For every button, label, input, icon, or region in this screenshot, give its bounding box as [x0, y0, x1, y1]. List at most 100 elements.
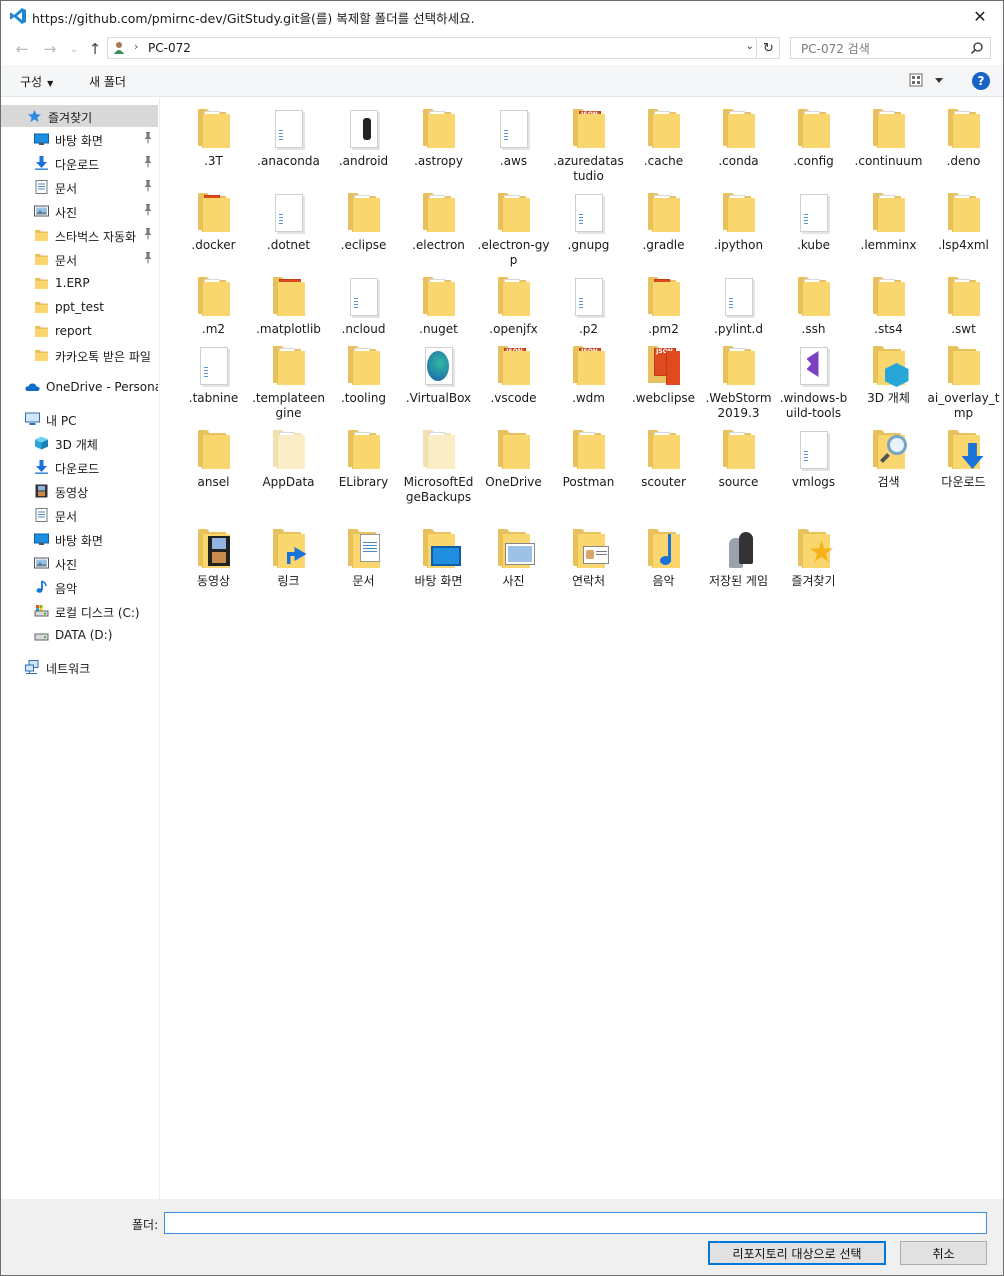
folder-item[interactable]: .electron-gyp — [476, 182, 551, 268]
folder-item[interactable]: 즐겨찾기 — [776, 518, 851, 589]
folder-item[interactable]: MicrosoftEdgeBackups — [401, 419, 476, 505]
sidebar-item[interactable]: OneDrive - Personal — [1, 376, 158, 398]
sidebar-item[interactable]: 다운로드 — [1, 152, 158, 174]
change-view-button[interactable] — [909, 73, 947, 89]
sidebar-item[interactable]: 사진 — [1, 552, 158, 574]
folder-item[interactable]: 검색 — [851, 419, 926, 490]
folder-item[interactable]: .VirtualBox — [401, 335, 476, 406]
folder-item[interactable]: AppData — [251, 419, 326, 490]
sidebar-item[interactable]: 문서 — [1, 248, 158, 270]
folder-item[interactable]: .electron — [401, 182, 476, 253]
folder-item[interactable]: XML.matplotlib — [251, 266, 326, 337]
folder-item[interactable]: .3T — [176, 98, 251, 169]
folder-item[interactable]: .gradle — [626, 182, 701, 253]
folder-item[interactable]: JSONXML .wdm — [551, 335, 626, 406]
sidebar-item[interactable]: 바탕 화면 — [1, 528, 158, 550]
folder-item[interactable]: .openjfx — [476, 266, 551, 337]
folder-item[interactable]: scouter — [626, 419, 701, 490]
sidebar-item[interactable]: 문서 — [1, 504, 158, 526]
folder-item[interactable]: ELibrary — [326, 419, 401, 490]
folder-item[interactable]: source — [701, 419, 776, 490]
recent-locations-button[interactable]: ⌄ — [64, 39, 84, 59]
folder-item[interactable]: 사진 — [476, 518, 551, 589]
search-input[interactable] — [799, 41, 959, 57]
sidebar-item[interactable]: report — [1, 320, 158, 342]
folder-item[interactable]: .cache — [626, 98, 701, 169]
folder-item[interactable]: .windows-build-tools — [776, 335, 851, 421]
refresh-button[interactable]: ↻ — [758, 37, 780, 59]
address-bar[interactable]: › PC-072 ⌄ — [107, 37, 757, 59]
folder-item[interactable]: .sts4 — [851, 266, 926, 337]
folder-item[interactable]: 다운로드 — [926, 419, 1001, 490]
folder-item[interactable]: vmlogs — [776, 419, 851, 490]
select-repository-target-button[interactable]: 리포지토리 대상으로 선택 — [708, 1241, 886, 1265]
folder-item[interactable]: JSONXML .vscode — [476, 335, 551, 406]
folder-item[interactable]: Postman — [551, 419, 626, 490]
folder-item[interactable]: .conda — [701, 98, 776, 169]
folder-item[interactable]: .m2 — [176, 266, 251, 337]
address-dropdown-icon[interactable]: ⌄ — [746, 41, 754, 52]
folder-item[interactable]: 저장된 게임 — [701, 518, 776, 589]
folder-item[interactable]: 3D 개체 — [851, 335, 926, 406]
folder-field[interactable] — [164, 1212, 987, 1234]
folder-item[interactable]: ansel — [176, 419, 251, 490]
folder-item[interactable]: .continuum — [851, 98, 926, 169]
folder-item[interactable]: 링크 — [251, 518, 326, 589]
folder-item[interactable]: JSONXML.azuredatastudio — [551, 98, 626, 184]
folder-item[interactable]: .docker — [176, 182, 251, 253]
folder-item[interactable]: .ipython — [701, 182, 776, 253]
folder-item[interactable]: .lemminx — [851, 182, 926, 253]
sidebar-item[interactable]: 네트워크 — [1, 656, 158, 678]
folder-item[interactable]: .config — [776, 98, 851, 169]
folder-item[interactable]: .dotnet — [251, 182, 326, 253]
folder-item[interactable]: .swt — [926, 266, 1001, 337]
sidebar-item[interactable]: 동영상 — [1, 480, 158, 502]
folder-item[interactable]: .astropy — [401, 98, 476, 169]
folder-item[interactable]: .templateengine — [251, 335, 326, 421]
folder-item[interactable]: .eclipse — [326, 182, 401, 253]
folder-item[interactable]: OneDrive — [476, 419, 551, 490]
folder-item[interactable]: JSON .webclipse — [626, 335, 701, 406]
sidebar-item[interactable]: 스타벅스 자동화 — [1, 224, 158, 246]
folder-item[interactable]: .p2 — [551, 266, 626, 337]
sidebar-item[interactable]: 사진 — [1, 200, 158, 222]
organize-menu[interactable]: 구성 ▼ — [20, 73, 53, 90]
folder-item[interactable]: 음악 — [626, 518, 701, 589]
sidebar-item[interactable]: ppt_test — [1, 296, 158, 318]
sidebar-item[interactable]: 즐겨찾기 — [1, 105, 158, 127]
close-button[interactable]: ✕ — [957, 1, 1003, 31]
sidebar-item[interactable]: 내 PC — [1, 408, 158, 430]
folder-item[interactable]: .android — [326, 98, 401, 169]
sidebar-item[interactable]: 카카오톡 받은 파일 — [1, 344, 158, 366]
folder-item[interactable]: 연락처 — [551, 518, 626, 589]
sidebar-item[interactable]: 1.ERP — [1, 272, 158, 294]
search-box[interactable] — [790, 37, 991, 59]
folder-item[interactable]: .lsp4xml — [926, 182, 1001, 253]
folder-item[interactable]: .nuget — [401, 266, 476, 337]
folder-item[interactable]: .WebStorm2019.3 — [701, 335, 776, 421]
forward-button[interactable]: → — [40, 39, 60, 59]
folder-item[interactable]: .ssh — [776, 266, 851, 337]
help-button[interactable]: ? — [972, 72, 990, 90]
breadcrumb-pc[interactable]: PC-072 — [148, 41, 191, 55]
sidebar-item[interactable]: 로컬 디스크 (C:) — [1, 600, 158, 622]
folder-item[interactable]: ai_overlay_tmp — [926, 335, 1001, 421]
folder-item[interactable]: 문서 — [326, 518, 401, 589]
up-button[interactable]: ↑ — [85, 39, 105, 59]
folder-item[interactable]: 바탕 화면 — [401, 518, 476, 589]
folder-item[interactable]: .tooling — [326, 335, 401, 406]
folder-item[interactable]: .deno — [926, 98, 1001, 169]
sidebar-item[interactable]: 바탕 화면 — [1, 128, 158, 150]
folder-item[interactable]: 동영상 — [176, 518, 251, 589]
folder-item[interactable]: .pylint.d — [701, 266, 776, 337]
sidebar-item[interactable]: DATA (D:) — [1, 624, 158, 646]
folder-item[interactable]: .aws — [476, 98, 551, 169]
back-button[interactable]: ← — [12, 39, 32, 59]
new-folder-button[interactable]: 새 폴더 — [89, 73, 126, 90]
sidebar-item[interactable]: 3D 개체 — [1, 432, 158, 454]
cancel-button[interactable]: 취소 — [900, 1241, 987, 1265]
sidebar-item[interactable]: 다운로드 — [1, 456, 158, 478]
sidebar-item[interactable]: 음악 — [1, 576, 158, 598]
folder-item[interactable]: .tabnine — [176, 335, 251, 406]
folder-item[interactable]: .anaconda — [251, 98, 326, 169]
